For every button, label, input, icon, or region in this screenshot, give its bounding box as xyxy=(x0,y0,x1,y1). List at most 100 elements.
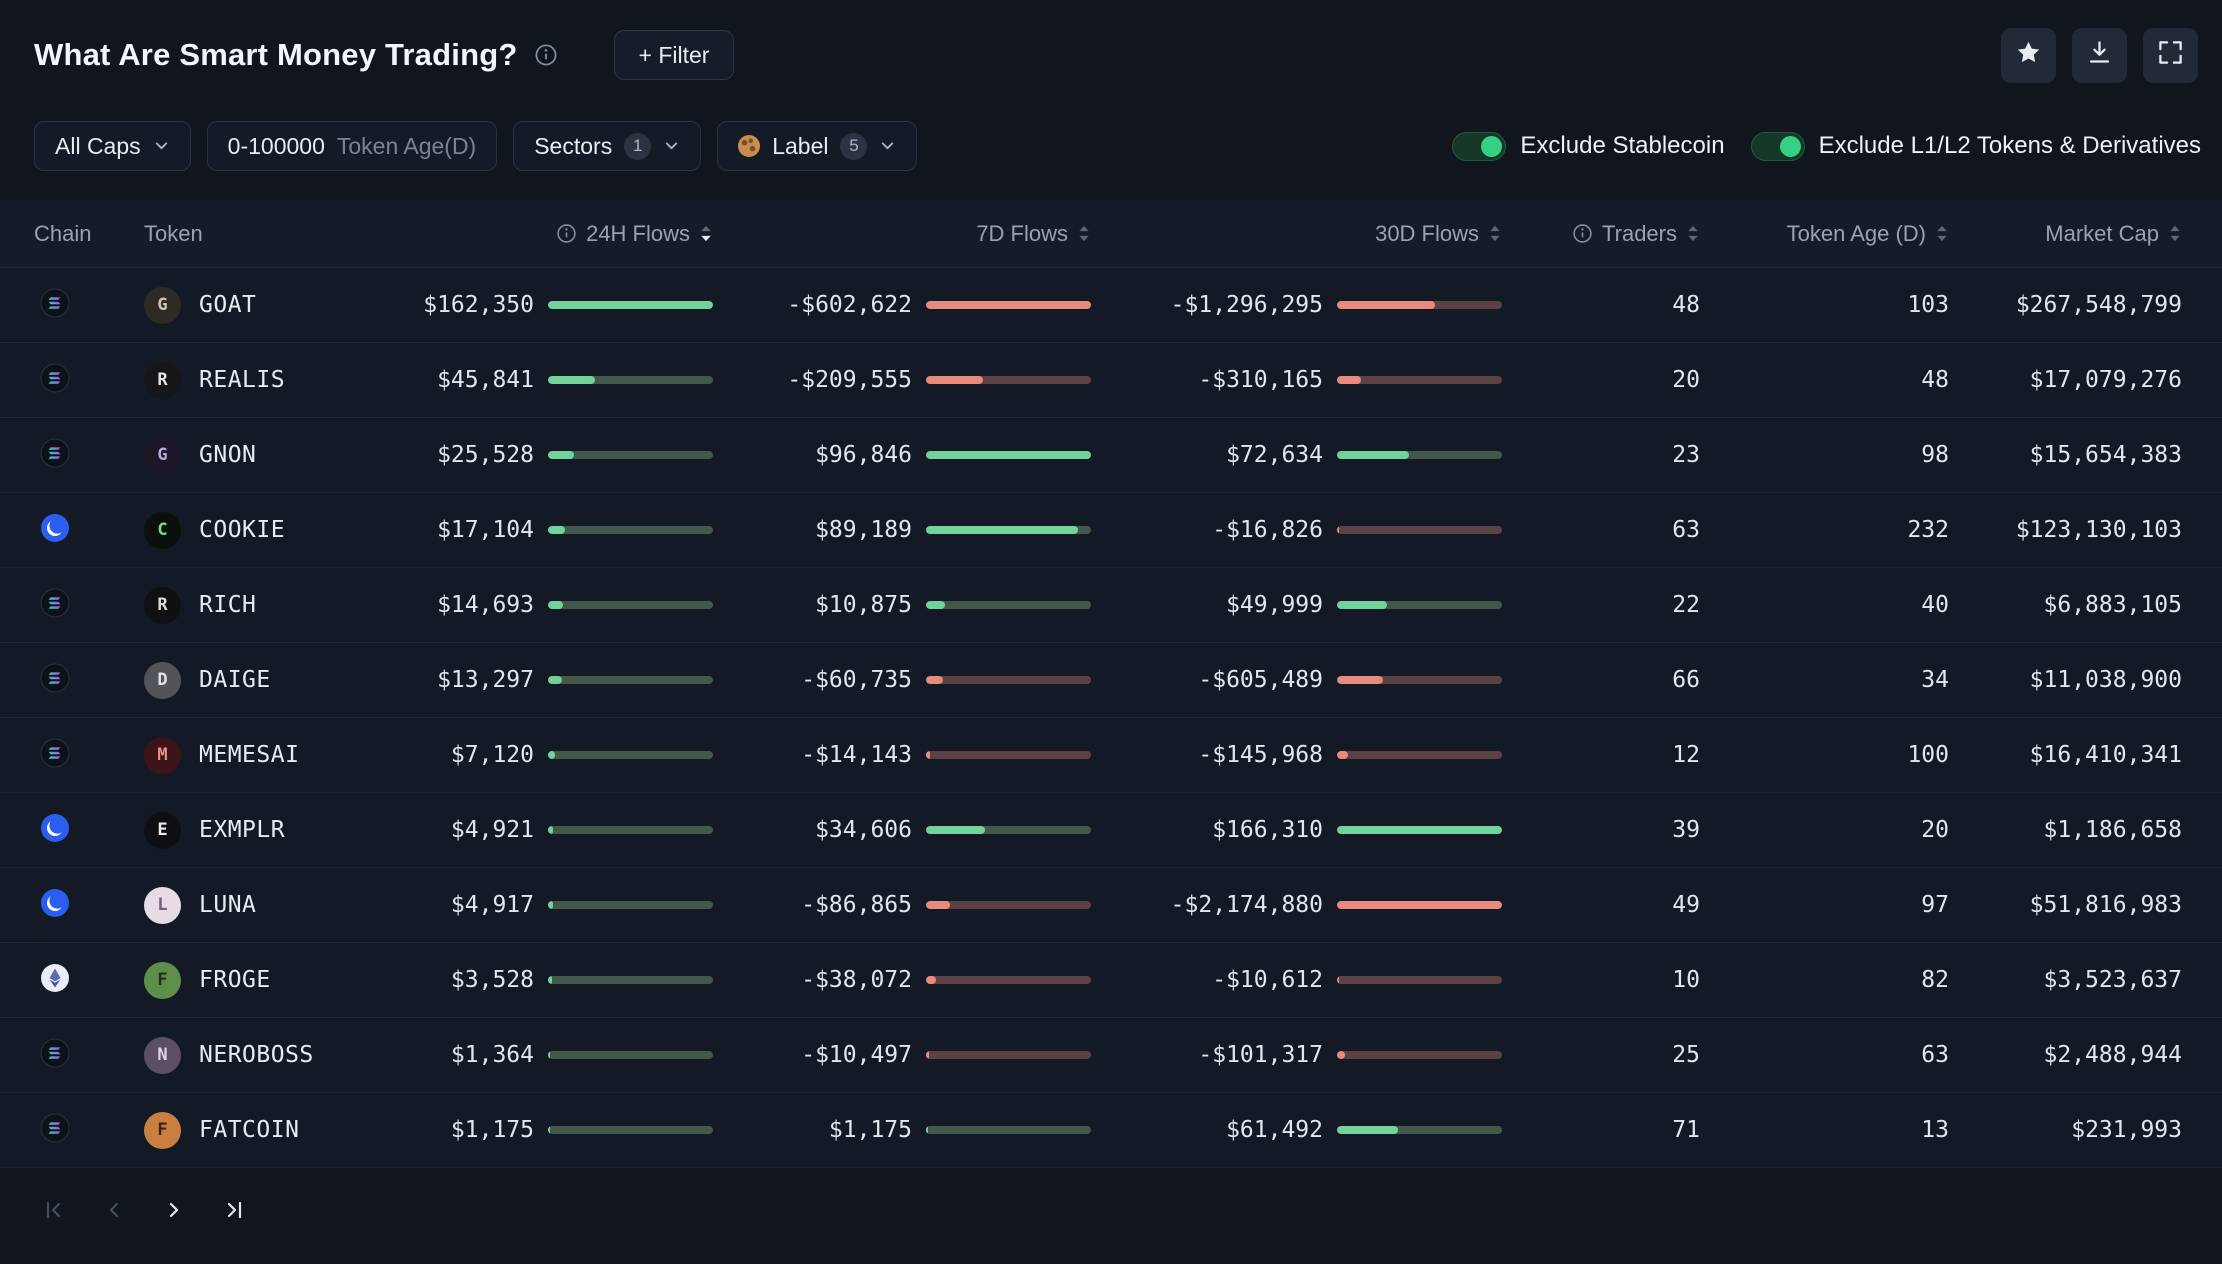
column-header-chain: Chain xyxy=(34,220,92,246)
flow-24h-bar xyxy=(548,976,713,984)
first-page-button[interactable] xyxy=(34,1192,74,1232)
first-page-icon xyxy=(42,1198,66,1227)
flow-30d-cell: $61,492 xyxy=(1091,1117,1502,1143)
table-row[interactable]: F FATCOIN $1,175 $1,175 $61,492 71 13 $2… xyxy=(0,1093,2222,1168)
flow-7d-cell: -$38,072 xyxy=(713,967,1091,993)
favorite-button[interactable] xyxy=(2001,27,2056,83)
token-age-value: 20 xyxy=(1921,817,1949,843)
flow-30d-value: -$2,174,880 xyxy=(1170,892,1323,918)
last-page-button[interactable] xyxy=(214,1192,254,1232)
cookie-icon xyxy=(738,135,761,157)
traders-value: 22 xyxy=(1672,592,1700,618)
table-row[interactable]: G GOAT $162,350 -$602,622 -$1,296,295 48… xyxy=(0,268,2222,343)
column-header-traders[interactable]: Traders xyxy=(1502,221,1700,247)
table-row[interactable]: N NEROBOSS $1,364 -$10,497 -$101,317 25 … xyxy=(0,1018,2222,1093)
token-name: RICH xyxy=(199,592,257,618)
token-avatar: N xyxy=(144,1036,181,1074)
column-header-30d-flows[interactable]: 30D Flows xyxy=(1091,221,1502,247)
token-name: REALIS xyxy=(199,367,286,393)
token-age-filter[interactable]: 0-100000 Token Age(D) xyxy=(206,121,498,171)
table-body: G GOAT $162,350 -$602,622 -$1,296,295 48… xyxy=(0,268,2222,1168)
sort-icon xyxy=(699,224,713,243)
flow-24h-bar xyxy=(548,526,713,534)
column-header-7d-flows[interactable]: 7D Flows xyxy=(713,221,1091,247)
next-page-button[interactable] xyxy=(154,1192,194,1232)
table-row[interactable]: R RICH $14,693 $10,875 $49,999 22 40 $6,… xyxy=(0,568,2222,643)
top-bar: What Are Smart Money Trading? + Filter xyxy=(0,0,2222,110)
download-button[interactable] xyxy=(2072,27,2127,83)
market-cap-filter[interactable]: All Caps xyxy=(34,121,191,171)
token-avatar: D xyxy=(144,661,181,699)
market-cap-value: $3,523,637 xyxy=(2043,967,2182,993)
flow-7d-bar xyxy=(926,901,1091,909)
flow-24h-bar xyxy=(548,376,713,384)
flow-7d-bar xyxy=(926,1051,1091,1059)
column-header-token-age[interactable]: Token Age (D) xyxy=(1700,221,1949,247)
flow-30d-bar xyxy=(1337,301,1502,309)
sectors-filter-label: Sectors xyxy=(534,132,613,159)
token-avatar: L xyxy=(144,886,181,924)
chevron-down-icon xyxy=(663,133,680,160)
table-row[interactable]: E EXMPLR $4,921 $34,606 $166,310 39 20 $… xyxy=(0,793,2222,868)
flow-30d-cell: -$16,826 xyxy=(1091,517,1502,543)
flow-24h-value: $7,120 xyxy=(450,742,534,768)
table-row[interactable]: C COOKIE $17,104 $89,189 -$16,826 63 232… xyxy=(0,493,2222,568)
table-row[interactable]: G GNON $25,528 $96,846 $72,634 23 98 $15… xyxy=(0,418,2222,493)
exclude-stablecoin-label: Exclude Stablecoin xyxy=(1520,132,1725,159)
info-icon xyxy=(1572,223,1593,244)
info-icon[interactable] xyxy=(534,43,558,67)
traders-value: 12 xyxy=(1672,742,1700,768)
flow-24h-cell: $4,921 xyxy=(420,817,713,843)
flow-30d-value: $72,634 xyxy=(1226,442,1323,468)
flow-24h-value: $4,921 xyxy=(450,817,534,843)
flow-24h-cell: $13,297 xyxy=(420,667,713,693)
label-filter[interactable]: Label 5 xyxy=(717,121,918,171)
column-header-token: Token xyxy=(144,220,203,246)
exclude-l1l2-toggle[interactable] xyxy=(1750,131,1805,161)
page-title: What Are Smart Money Trading? xyxy=(34,37,518,72)
token-name: MEMESAI xyxy=(199,742,300,768)
column-header-24h-flows[interactable]: 24H Flows xyxy=(420,221,713,247)
table-row[interactable]: L LUNA $4,917 -$86,865 -$2,174,880 49 97… xyxy=(0,868,2222,943)
token-age-value: 100 xyxy=(1907,742,1949,768)
traders-value: 23 xyxy=(1672,442,1700,468)
table-row[interactable]: D DAIGE $13,297 -$60,735 -$605,489 66 34… xyxy=(0,643,2222,718)
flow-30d-value: -$101,317 xyxy=(1198,1042,1323,1068)
flow-30d-value: -$310,165 xyxy=(1198,367,1323,393)
flow-7d-cell: -$209,555 xyxy=(713,367,1091,393)
table-row[interactable]: M MEMESAI $7,120 -$14,143 -$145,968 12 1… xyxy=(0,718,2222,793)
previous-page-button[interactable] xyxy=(94,1192,134,1232)
flow-7d-bar xyxy=(926,826,1091,834)
table-row[interactable]: F FROGE $3,528 -$38,072 -$10,612 10 82 $… xyxy=(0,943,2222,1018)
info-icon xyxy=(556,223,577,244)
flow-7d-value: -$14,143 xyxy=(801,742,912,768)
flow-24h-cell: $3,528 xyxy=(420,967,713,993)
exclude-stablecoin-toggle[interactable] xyxy=(1452,131,1507,161)
sort-icon xyxy=(1686,224,1700,243)
sectors-count-badge: 1 xyxy=(624,132,652,160)
flow-24h-value: $25,528 xyxy=(437,442,534,468)
flow-24h-bar xyxy=(548,826,713,834)
flow-7d-value: $1,175 xyxy=(828,1117,912,1143)
token-avatar: G xyxy=(144,436,181,474)
flow-30d-cell: -$101,317 xyxy=(1091,1042,1502,1068)
market-cap-value: $51,816,983 xyxy=(2029,892,2182,918)
add-filter-button[interactable]: + Filter xyxy=(613,30,735,80)
sectors-filter[interactable]: Sectors 1 xyxy=(513,121,702,171)
flow-24h-cell: $17,104 xyxy=(420,517,713,543)
flow-7d-value: $10,875 xyxy=(815,592,912,618)
flow-30d-value: $61,492 xyxy=(1226,1117,1323,1143)
flow-24h-bar xyxy=(548,901,713,909)
table-row[interactable]: R REALIS $45,841 -$209,555 -$310,165 20 … xyxy=(0,343,2222,418)
column-header-market-cap[interactable]: Market Cap xyxy=(1949,221,2182,247)
flow-30d-value: -$1,296,295 xyxy=(1170,292,1323,318)
market-cap-value: $231,993 xyxy=(2071,1117,2182,1143)
flow-24h-value: $17,104 xyxy=(437,517,534,543)
token-avatar: F xyxy=(144,1111,181,1149)
flow-7d-value: -$60,735 xyxy=(801,667,912,693)
flow-7d-cell: -$86,865 xyxy=(713,892,1091,918)
flow-7d-value: $96,846 xyxy=(815,442,912,468)
fullscreen-button[interactable] xyxy=(2143,27,2198,83)
market-cap-value: $15,654,383 xyxy=(2029,442,2182,468)
chevron-right-icon xyxy=(162,1198,186,1227)
